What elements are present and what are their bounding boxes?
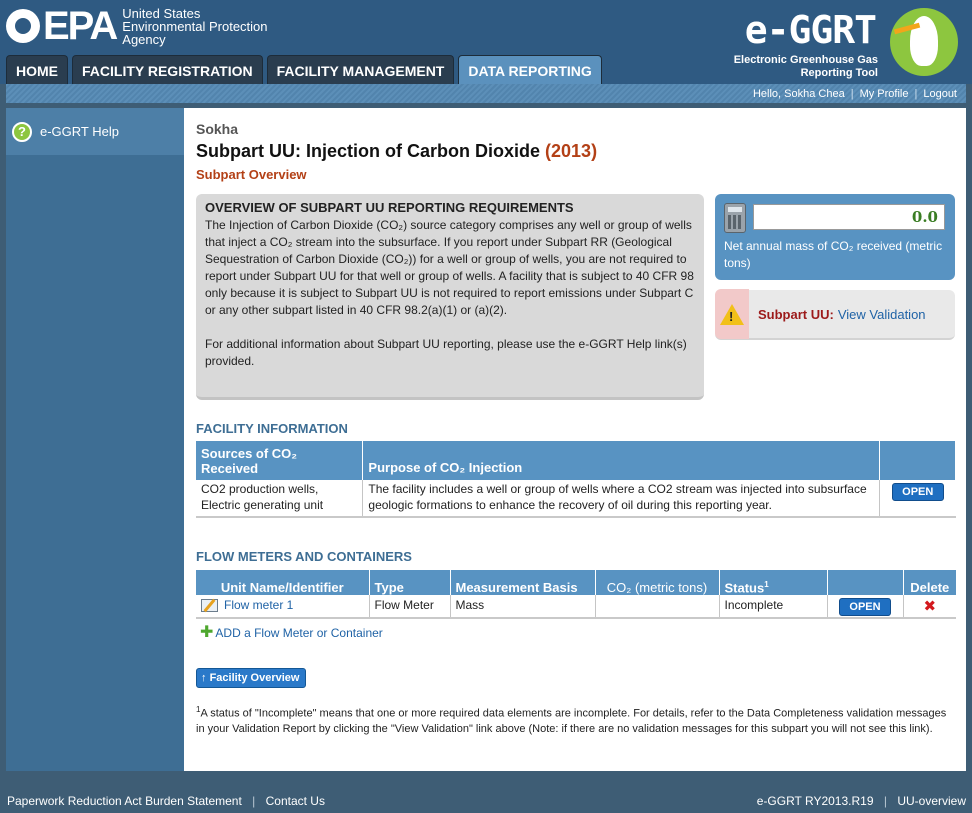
sidebar-item-label: e-GGRT Help <box>40 124 119 139</box>
column-header: Type <box>369 570 451 595</box>
tab-facility-registration[interactable]: FACILITY REGISTRATION <box>72 55 263 84</box>
column-header: Sources of CO₂ Received <box>196 441 364 480</box>
warning-zone: ! <box>715 289 749 339</box>
epa-agency-name: United States Environmental Protection A… <box>122 7 267 46</box>
footer-right: e-GGRT RY2013.R19 | UU-overview <box>757 794 966 808</box>
overview-heading: OVERVIEW OF SUBPART UU REPORTING REQUIRE… <box>205 200 574 215</box>
footnote: 1A status of "Incomplete" means that one… <box>196 702 956 737</box>
status-cell: Incomplete <box>719 595 828 618</box>
facility-info-table: Sources of CO₂ Received Purpose of CO₂ I… <box>196 441 956 518</box>
facility-name: Sokha <box>196 121 239 137</box>
site-header: EPA United States Environmental Protecti… <box>0 0 972 84</box>
sidebar-item-help[interactable]: ? e-GGRT Help <box>6 108 184 155</box>
eggrt-logo: e-GGRT Electronic Greenhouse Gas Reporti… <box>722 6 962 80</box>
agency-line: Agency <box>122 31 166 47</box>
agency-line: Environmental Protection <box>122 18 268 34</box>
footer-left: Paperwork Reduction Act Burden Statement… <box>7 794 325 808</box>
calculator-icon <box>724 203 746 233</box>
divider: | <box>914 87 918 100</box>
tab-data-reporting[interactable]: DATA REPORTING <box>458 55 602 84</box>
warning-icon: ! <box>720 303 744 325</box>
app-title: e-GGRT <box>744 8 877 52</box>
net-mass-value: 0.0 <box>753 204 945 230</box>
column-header <box>879 441 956 480</box>
status-footnote-marker: 1 <box>764 579 769 589</box>
logout-link[interactable]: Logout <box>923 88 957 100</box>
net-mass-box: 0.0 Net annual mass of CO₂ received (met… <box>715 194 955 280</box>
help-icon: ? <box>12 121 32 142</box>
edit-icon[interactable] <box>201 599 218 613</box>
open-facility-info-button[interactable]: OPEN <box>891 483 944 501</box>
column-header: Unit Name/Identifier <box>196 570 370 595</box>
delete-cell: ✖ <box>903 595 956 618</box>
page-title: Subpart UU: Injection of Carbon Dioxide … <box>196 141 597 162</box>
agency-line: United States <box>122 5 201 21</box>
view-validation-link[interactable]: View Validation <box>838 307 926 322</box>
column-header: Purpose of CO₂ Injection <box>362 441 880 480</box>
column-header: Measurement Basis <box>450 570 596 595</box>
site-footer: Paperwork Reduction Act Burden Statement… <box>0 787 972 813</box>
facility-information-title: FACILITY INFORMATION <box>196 421 348 436</box>
divider: | <box>850 87 854 100</box>
facility-overview-label: Facility Overview <box>209 672 300 684</box>
validation-box: ! Subpart UU: View Validation <box>715 289 955 340</box>
egret-icon <box>890 8 958 76</box>
type-cell: Flow Meter <box>369 595 451 618</box>
column-header <box>827 570 904 595</box>
plus-icon: ✚ <box>200 624 214 641</box>
flow-meters-title: FLOW METERS AND CONTAINERS <box>196 549 412 564</box>
table-row: CO2 production wells, Electric generatin… <box>196 480 956 517</box>
action-cell: OPEN <box>880 480 956 517</box>
my-profile-link[interactable]: My Profile <box>860 88 909 100</box>
version-text: e-GGRT RY2013.R19 <box>756 794 874 808</box>
tab-facility-management[interactable]: FACILITY MANAGEMENT <box>266 55 455 84</box>
app-subtitle-line: Electronic Greenhouse Gas <box>733 54 878 66</box>
add-flow-meter-link[interactable]: ✚ ADD a Flow Meter or Container <box>200 624 383 641</box>
unit-cell: Flow meter 1 <box>196 595 370 618</box>
reporting-year: (2013) <box>545 141 598 161</box>
overview-help-paragraph: For additional information about Subpart… <box>205 337 687 368</box>
divider: | <box>883 794 887 808</box>
page-id-text: UU-overview <box>897 794 966 808</box>
main-nav: HOME FACILITY REGISTRATION FACILITY MANA… <box>6 55 606 84</box>
net-mass-label: Net annual mass of CO₂ received (metric … <box>724 239 943 270</box>
add-flow-meter-label: ADD a Flow Meter or Container <box>215 626 383 640</box>
paperwork-link[interactable]: Paperwork Reduction Act Burden Statement <box>7 794 242 808</box>
flow-meters-table: Unit Name/Identifier Type Measurement Ba… <box>196 570 956 619</box>
open-flow-meter-button[interactable]: OPEN <box>839 598 891 616</box>
co2-cell <box>595 595 720 618</box>
epa-wordmark: EPA <box>43 4 118 48</box>
column-header: Status1 <box>719 570 828 595</box>
delete-icon[interactable]: ✖ <box>923 598 936 615</box>
validation-label: Subpart UU: <box>758 306 834 322</box>
overview-panel: OVERVIEW OF SUBPART UU REPORTING REQUIRE… <box>196 194 704 400</box>
epa-logo[interactable]: EPA United States Environmental Protecti… <box>6 6 268 46</box>
app-subtitle-line: Reporting Tool <box>800 67 878 79</box>
page-title-text: Subpart UU: Injection of Carbon Dioxide <box>196 141 541 161</box>
user-greeting: Hello, Sokha Chea <box>752 87 845 100</box>
app-subtitle: Electronic Greenhouse Gas Reporting Tool <box>734 54 878 80</box>
divider: | <box>252 794 256 808</box>
user-bar: Hello, Sokha Chea | My Profile | Logout <box>6 84 966 103</box>
tab-home[interactable]: HOME <box>6 55 68 84</box>
sources-cell: CO2 production wells, Electric generatin… <box>196 480 364 517</box>
action-cell: OPEN <box>827 595 904 618</box>
column-header: CO₂ (metric tons) <box>595 570 720 595</box>
sidebar: ? e-GGRT Help <box>6 108 184 771</box>
epa-flower-icon <box>6 9 40 43</box>
footnote-text: A status of "Incomplete" means that one … <box>196 707 947 735</box>
basis-cell: Mass <box>450 595 596 618</box>
facility-overview-button[interactable]: ↑ Facility Overview <box>196 668 307 688</box>
overview-paragraph: The Injection of Carbon Dioxide (CO₂) so… <box>205 218 694 317</box>
sub-heading: Subpart Overview <box>196 167 307 182</box>
contact-us-link[interactable]: Contact Us <box>266 794 325 808</box>
purpose-cell: The facility includes a well or group of… <box>362 480 880 517</box>
column-header: Delete <box>903 570 956 595</box>
main-content: Sokha Subpart UU: Injection of Carbon Di… <box>184 108 966 771</box>
flow-meter-link[interactable]: Flow meter 1 <box>224 598 293 612</box>
status-header-text: Status <box>724 580 765 595</box>
arrow-up-icon: ↑ <box>201 672 207 684</box>
table-row: Flow meter 1 Flow Meter Mass Incomplete … <box>196 595 956 618</box>
